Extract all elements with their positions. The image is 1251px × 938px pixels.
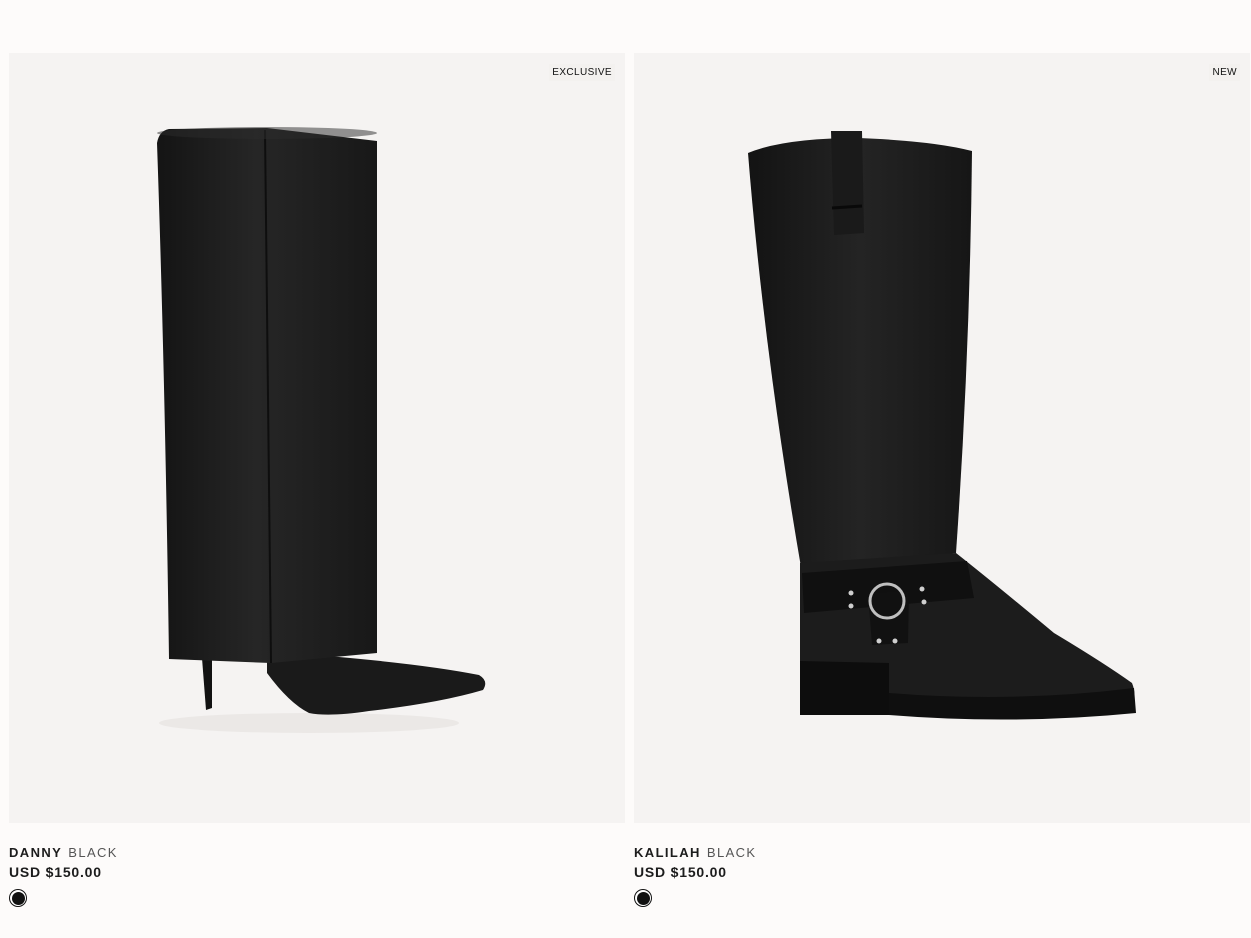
- exclusive-badge: EXCLUSIVE: [549, 64, 615, 81]
- product-color-name: BLACK: [706, 845, 757, 860]
- product-name: DANNY: [9, 845, 63, 860]
- harness-knee-boot-image: [748, 131, 1136, 720]
- product-image-link[interactable]: NEW: [634, 53, 1250, 823]
- swatch-fill: [636, 891, 650, 905]
- product-name: KALILAH: [634, 845, 701, 860]
- product-price: USD $150.00: [9, 864, 102, 880]
- swatch-fill: [11, 891, 25, 905]
- product-image-link[interactable]: EXCLUSIVE: [9, 53, 625, 823]
- product-color-name: BLACK: [68, 845, 118, 860]
- product-title[interactable]: KALILAH BLACK: [634, 845, 757, 860]
- fold-over-knee-boot-image: [157, 127, 486, 733]
- product-card-kalilah: NEW KALILAH BLACK USD $150.00: [634, 53, 1250, 933]
- product-price: USD $150.00: [634, 864, 727, 880]
- product-grid: EXCLUSIVE DANNY BLACK USD $150.00 NEW KA…: [9, 53, 1250, 933]
- color-swatch-black[interactable]: [634, 889, 652, 907]
- new-badge: NEW: [1209, 64, 1240, 81]
- color-swatch-black[interactable]: [9, 889, 27, 907]
- product-title[interactable]: DANNY BLACK: [9, 845, 118, 860]
- product-card-danny: EXCLUSIVE DANNY BLACK USD $150.00: [9, 53, 625, 933]
